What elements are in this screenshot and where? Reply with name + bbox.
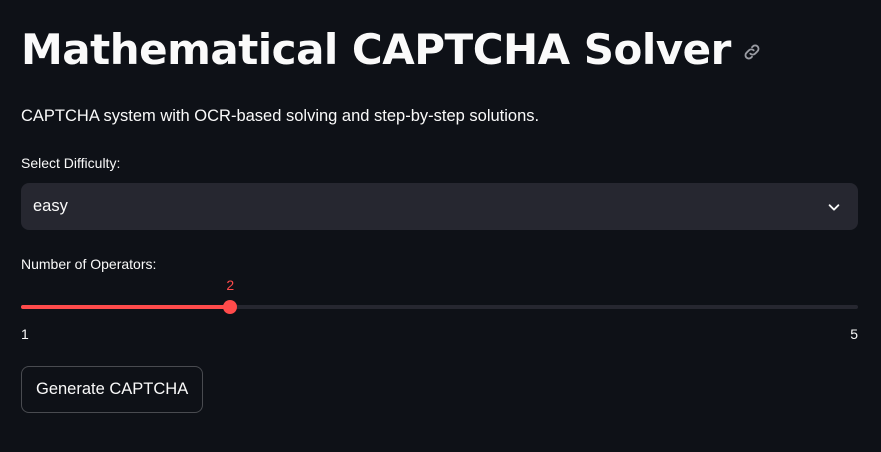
difficulty-select[interactable]: easy: [21, 183, 858, 230]
title-row: Mathematical CAPTCHA Solver: [21, 22, 763, 78]
chevron-down-icon: [826, 199, 842, 215]
link-icon[interactable]: [741, 41, 763, 63]
slider-track[interactable]: [21, 305, 858, 309]
slider-max-label: 5: [850, 326, 858, 342]
generate-captcha-button[interactable]: Generate CAPTCHA: [21, 366, 204, 413]
page-description: CAPTCHA system with OCR-based solving an…: [21, 107, 540, 125]
page-title: Mathematical CAPTCHA Solver: [21, 25, 731, 74]
difficulty-selected-value: easy: [33, 197, 68, 215]
difficulty-label: Select Difficulty:: [21, 155, 121, 171]
slider-min-label: 1: [21, 326, 29, 342]
app-main: Mathematical CAPTCHA Solver CAPTCHA syst…: [0, 0, 881, 452]
operators-label: Number of Operators:: [21, 256, 157, 272]
slider-thumb[interactable]: [223, 300, 238, 314]
operators-slider[interactable]: 2 1 5: [21, 276, 858, 346]
slider-fill: [21, 305, 231, 309]
slider-current-value: 2: [226, 277, 235, 293]
